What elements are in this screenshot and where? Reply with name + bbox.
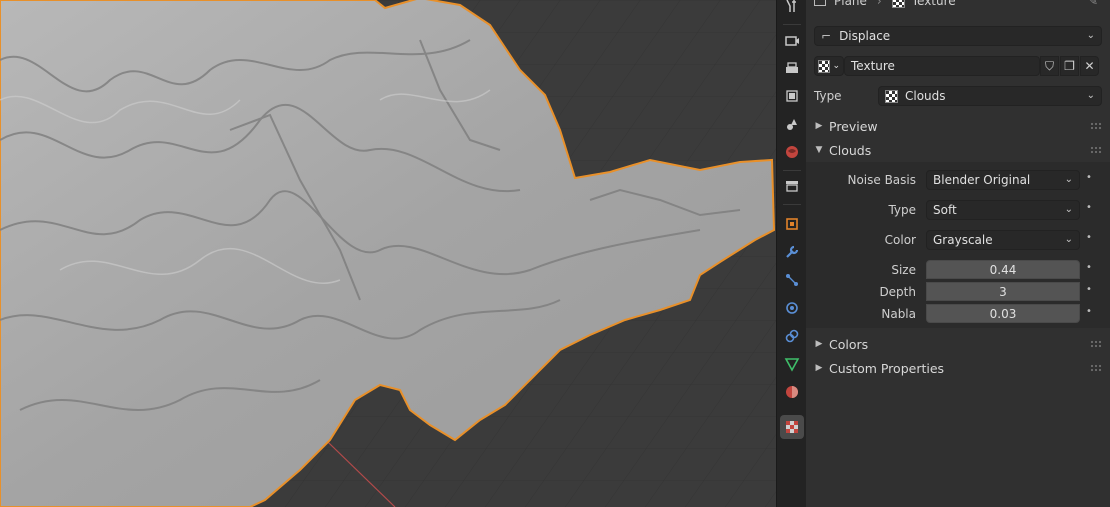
chevron-down-icon: ⌄: [1064, 174, 1073, 185]
texture-checker-icon: [885, 89, 898, 103]
properties-tab-strip: [776, 0, 806, 507]
modifier-wrench-icon[interactable]: [780, 240, 804, 264]
panel-clouds-title: Clouds: [829, 142, 872, 158]
clouds-type-value: Soft: [933, 203, 957, 217]
fake-user-shield-icon[interactable]: ⛉: [1040, 56, 1059, 76]
size-label: Size: [891, 263, 916, 277]
material-icon[interactable]: [780, 380, 804, 404]
object-icon[interactable]: [780, 212, 804, 236]
panel-custom-properties-title: Custom Properties: [829, 360, 945, 376]
chevron-down-icon: ⌄: [832, 61, 840, 71]
panel-custom-properties-header[interactable]: ▶ Custom Properties: [806, 356, 1110, 380]
texture-checker-icon: [891, 0, 905, 8]
keyframe-dot-icon[interactable]: •: [1086, 306, 1092, 317]
size-value: 0.44: [989, 262, 1017, 277]
chevron-down-icon: ⌄: [1086, 90, 1095, 101]
terrain-mesh-render: [0, 0, 776, 507]
view-layer-icon[interactable]: [780, 84, 804, 108]
output-icon[interactable]: [780, 56, 804, 80]
particles-icon[interactable]: [780, 268, 804, 292]
3d-viewport[interactable]: [0, 0, 776, 507]
panel-preview-header[interactable]: ▶ Preview: [806, 114, 1110, 138]
texture-name-field[interactable]: Texture: [844, 56, 1040, 76]
keyframe-dot-icon[interactable]: •: [1086, 262, 1092, 273]
breadcrumb-separator-icon: ›: [876, 0, 882, 8]
panel-colors-title: Colors: [829, 336, 869, 352]
size-slider[interactable]: 0.44: [926, 260, 1080, 279]
breadcrumb-texture: Texture: [911, 0, 956, 8]
clouds-color-dropdown[interactable]: Grayscale ⌄: [926, 230, 1080, 250]
constraints-icon[interactable]: [780, 324, 804, 348]
texture-name: Texture: [851, 59, 895, 73]
clouds-type-label: Type: [888, 203, 916, 217]
clouds-type-dropdown[interactable]: Soft ⌄: [926, 200, 1080, 220]
keyframe-dot-icon[interactable]: •: [1086, 232, 1092, 243]
physics-icon[interactable]: [780, 296, 804, 320]
texture-icon[interactable]: [780, 415, 804, 439]
scene-icon[interactable]: [780, 112, 804, 136]
depth-slider[interactable]: 3: [926, 282, 1080, 301]
collection-icon[interactable]: [780, 174, 804, 198]
tool-icon[interactable]: [780, 0, 804, 18]
panel-preview-title: Preview: [829, 118, 878, 134]
drag-handle-icon[interactable]: [1090, 146, 1102, 154]
clouds-color-value: Grayscale: [933, 233, 993, 247]
clouds-color-label: Color: [884, 233, 916, 247]
drag-handle-icon[interactable]: [1090, 340, 1102, 348]
panel-colors-header[interactable]: ▶ Colors: [806, 332, 1110, 356]
noise-basis-label: Noise Basis: [847, 173, 916, 187]
texture-type-label: Type: [814, 89, 842, 103]
chevron-down-icon: ⌄: [1086, 30, 1095, 41]
pin-icon[interactable]: ✎: [1088, 0, 1098, 8]
modifier-selector[interactable]: ⌐ Displace ⌄: [814, 26, 1102, 46]
nabla-slider[interactable]: 0.03: [926, 304, 1080, 323]
texture-checker-icon: [818, 59, 831, 73]
breadcrumb-object: Plane: [834, 0, 867, 8]
mesh-object-icon: [814, 0, 826, 6]
keyframe-dot-icon[interactable]: •: [1086, 202, 1092, 213]
keyframe-dot-icon[interactable]: •: [1086, 172, 1092, 183]
object-data-icon[interactable]: [780, 352, 804, 376]
chevron-right-icon: ▶: [815, 121, 823, 131]
chevron-right-icon: ▶: [815, 339, 823, 349]
depth-label: Depth: [879, 285, 916, 299]
noise-basis-value: Blender Original: [933, 173, 1031, 187]
depth-value: 3: [999, 284, 1007, 299]
chevron-down-icon: ▼: [815, 145, 823, 155]
render-icon[interactable]: [780, 28, 804, 52]
chevron-right-icon: ▶: [815, 363, 823, 373]
keyframe-dot-icon[interactable]: •: [1086, 284, 1092, 295]
breadcrumb: Plane › Texture: [814, 0, 956, 10]
drag-handle-icon[interactable]: [1090, 364, 1102, 372]
texture-properties-panel: Plane › Texture ✎ ⌐ Displace ⌄ ⌄ Texture…: [806, 0, 1110, 507]
modifier-wrench-small-icon: ⌐: [821, 29, 832, 43]
noise-basis-dropdown[interactable]: Blender Original ⌄: [926, 170, 1080, 190]
chevron-down-icon: ⌄: [1064, 204, 1073, 215]
texture-type-value: Clouds: [905, 89, 946, 103]
duplicate-icon[interactable]: ❐: [1060, 56, 1079, 76]
panel-clouds-header[interactable]: ▼ Clouds: [806, 138, 1110, 162]
world-icon[interactable]: [780, 140, 804, 164]
texture-browse-button[interactable]: ⌄: [814, 56, 844, 76]
modifier-name: Displace: [839, 29, 891, 43]
chevron-down-icon: ⌄: [1064, 234, 1073, 245]
unlink-close-icon[interactable]: ✕: [1080, 56, 1099, 76]
nabla-value: 0.03: [989, 306, 1017, 321]
texture-type-dropdown[interactable]: Clouds ⌄: [878, 86, 1102, 106]
nabla-label: Nabla: [881, 307, 916, 321]
drag-handle-icon[interactable]: [1090, 122, 1102, 130]
